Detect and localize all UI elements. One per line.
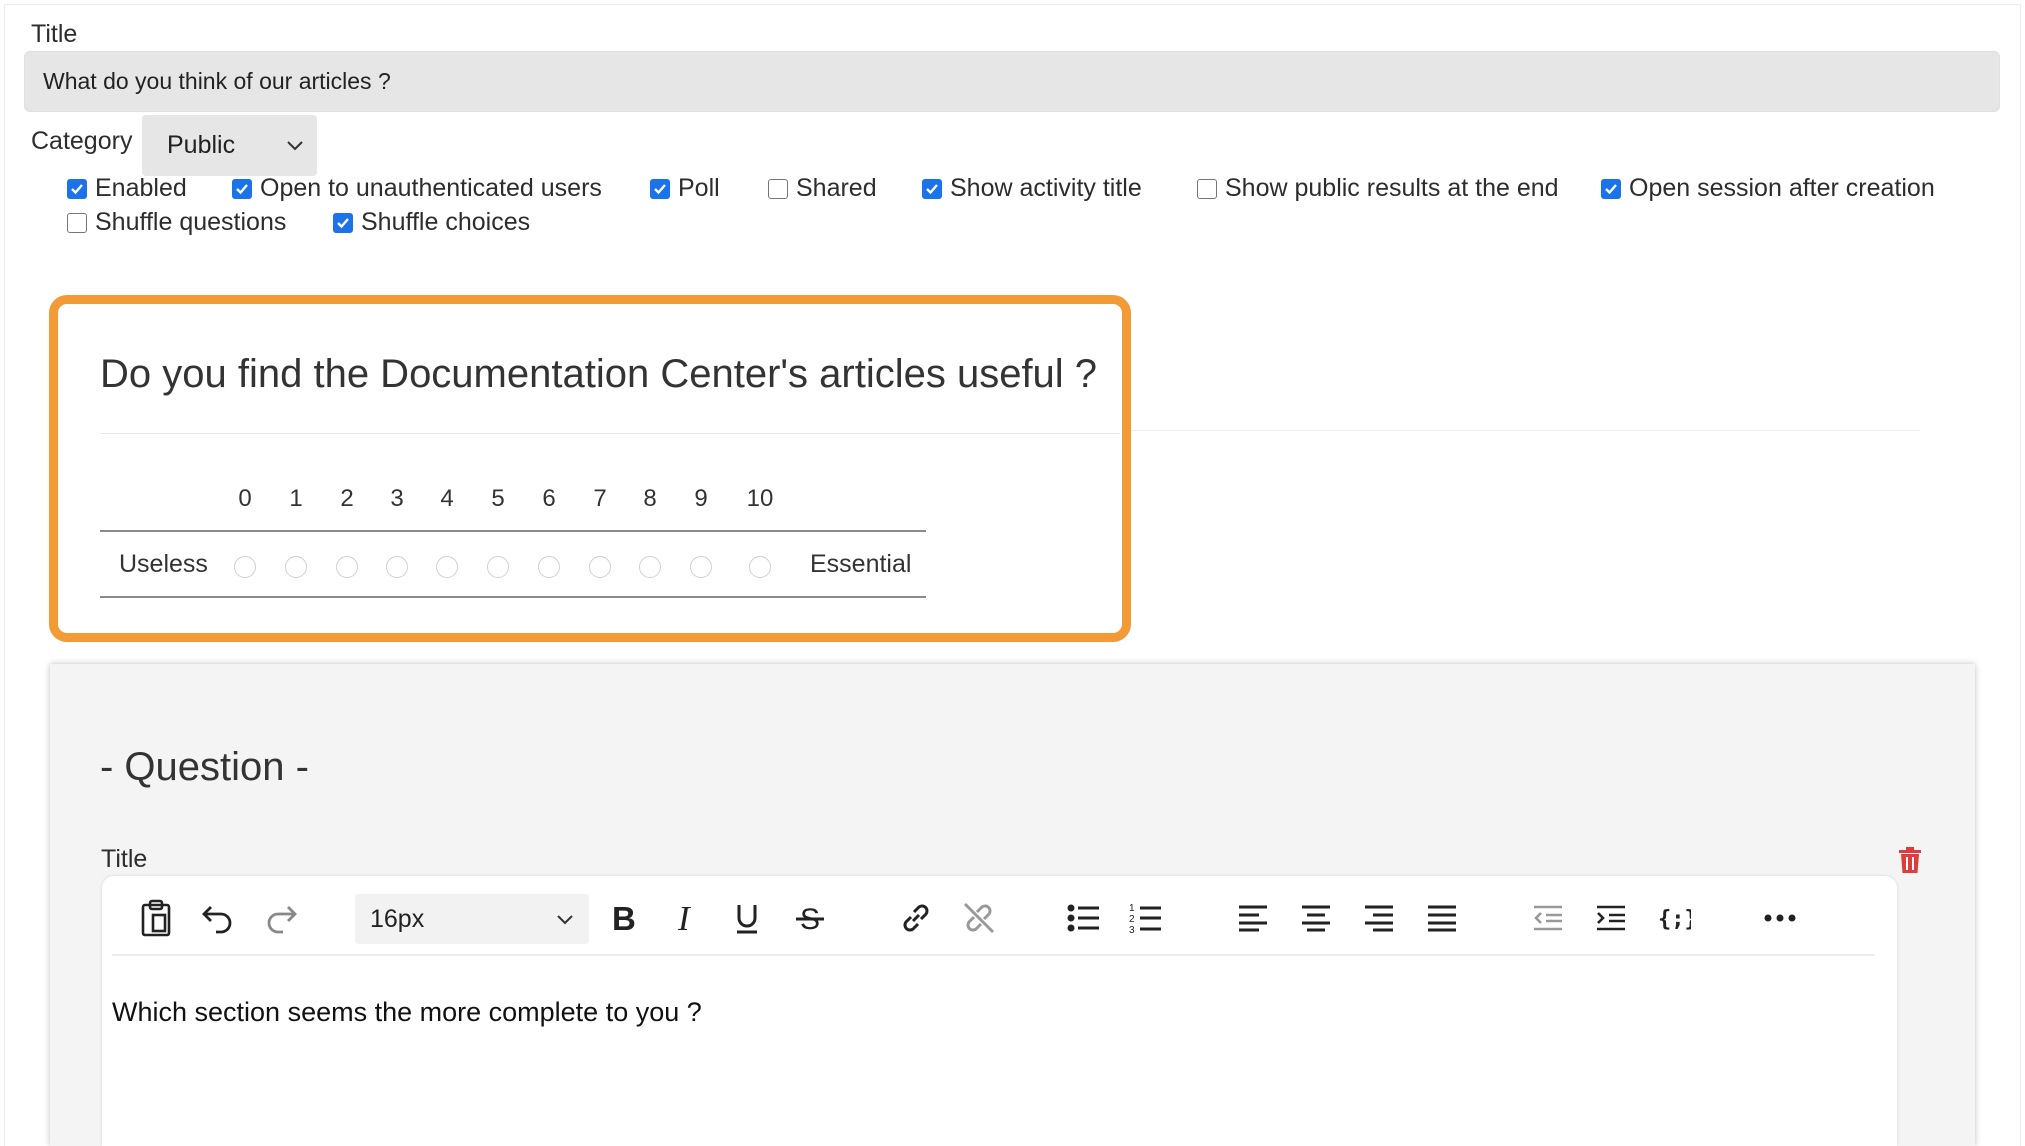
checkbox[interactable] xyxy=(1601,178,1621,199)
strikethrough-icon[interactable]: S xyxy=(788,896,832,940)
font-size-value: 16px xyxy=(370,905,425,933)
outdent-icon[interactable] xyxy=(1526,896,1570,940)
scale-number: 10 xyxy=(746,485,774,512)
option-shuffle-choices[interactable]: Shuffle choices xyxy=(333,208,530,237)
svg-text:B: B xyxy=(612,901,636,935)
title-label: Title xyxy=(31,20,78,48)
checkbox[interactable] xyxy=(650,178,670,199)
option-label: Poll xyxy=(678,174,720,202)
toolbar-divider xyxy=(112,954,1875,956)
option-shuffle-questions[interactable]: Shuffle questions xyxy=(67,208,286,237)
option-show-activity-title[interactable]: Show activity title xyxy=(922,174,1142,203)
scale-radio[interactable] xyxy=(234,556,256,578)
checkbox[interactable] xyxy=(922,178,942,199)
scale-number: 4 xyxy=(440,485,454,512)
option-enabled[interactable]: Enabled xyxy=(67,174,187,203)
editor-content[interactable]: Which section seems the more complete to… xyxy=(112,997,702,1028)
option-label: Open to unauthenticated users xyxy=(260,174,602,202)
underline-icon[interactable] xyxy=(725,896,769,940)
scale-number: 0 xyxy=(238,485,252,512)
divider xyxy=(1130,430,1920,431)
svg-text:3: 3 xyxy=(1129,925,1135,934)
scale-number: 3 xyxy=(390,485,404,512)
preview-question-title: Do you find the Documentation Center's a… xyxy=(100,352,1098,396)
svg-text:{;}: {;} xyxy=(1658,907,1691,932)
scale-radio[interactable] xyxy=(487,556,509,578)
italic-icon[interactable]: I xyxy=(664,896,708,940)
chevron-down-icon xyxy=(287,141,303,151)
category-label: Category xyxy=(31,127,133,155)
scale-number: 9 xyxy=(694,485,708,512)
option-label: Open session after creation xyxy=(1629,174,1935,202)
undo-icon[interactable] xyxy=(195,896,239,940)
unlink-icon[interactable] xyxy=(957,896,1001,940)
bullet-list-icon[interactable] xyxy=(1062,896,1106,940)
code-icon[interactable]: {;} xyxy=(1652,896,1696,940)
svg-text:1: 1 xyxy=(1129,903,1135,914)
align-left-icon[interactable] xyxy=(1231,896,1275,940)
bold-icon[interactable]: B xyxy=(601,896,645,940)
title-input[interactable]: What do you think of our articles ? xyxy=(24,51,2000,112)
scale-radio[interactable] xyxy=(436,556,458,578)
scale-radio[interactable] xyxy=(749,556,771,578)
question-heading: - Question - xyxy=(100,745,309,789)
scale-number: 1 xyxy=(289,485,303,512)
option-label: Shuffle choices xyxy=(361,208,531,236)
scale-radio[interactable] xyxy=(538,556,560,578)
redo-icon[interactable] xyxy=(260,896,304,940)
scale-max-label: Essential xyxy=(810,550,912,578)
checkbox[interactable] xyxy=(333,212,353,233)
checkbox[interactable] xyxy=(768,178,788,199)
scale-min-label: Useless xyxy=(119,550,208,578)
scale-radio[interactable] xyxy=(285,556,307,578)
paste-icon[interactable] xyxy=(134,896,178,940)
numbered-list-icon[interactable]: 123 xyxy=(1124,896,1168,940)
align-center-icon[interactable] xyxy=(1294,896,1338,940)
checkbox[interactable] xyxy=(232,178,252,199)
checkbox[interactable] xyxy=(1197,178,1217,199)
option-label: Show public results at the end xyxy=(1225,174,1559,202)
category-select[interactable]: Public xyxy=(142,115,317,176)
scale-top-line xyxy=(100,530,926,532)
svg-text:2: 2 xyxy=(1129,914,1135,925)
option-label: Show activity title xyxy=(950,174,1142,202)
scale-radio[interactable] xyxy=(690,556,712,578)
more-icon[interactable] xyxy=(1758,896,1802,940)
scale-radio[interactable] xyxy=(336,556,358,578)
trash-icon[interactable] xyxy=(1897,846,1923,874)
preview-divider xyxy=(100,433,1120,434)
scale-number: 8 xyxy=(643,485,657,512)
scale-number: 5 xyxy=(491,485,505,512)
align-right-icon[interactable] xyxy=(1357,896,1401,940)
option-label: Enabled xyxy=(95,174,187,202)
scale-radio[interactable] xyxy=(386,556,408,578)
option-poll[interactable]: Poll xyxy=(650,174,720,203)
scale-number: 2 xyxy=(340,485,354,512)
scale-number: 7 xyxy=(593,485,607,512)
scale-radio[interactable] xyxy=(639,556,661,578)
option-shared[interactable]: Shared xyxy=(768,174,877,203)
scale-bottom-line xyxy=(100,596,926,598)
justify-icon[interactable] xyxy=(1420,896,1464,940)
link-icon[interactable] xyxy=(894,896,938,940)
question-preview-highlight xyxy=(49,295,1131,642)
checkbox[interactable] xyxy=(67,178,87,199)
svg-text:I: I xyxy=(677,901,692,935)
category-value: Public xyxy=(167,131,236,159)
option-label: Shared xyxy=(796,174,877,202)
scale-number: 6 xyxy=(542,485,556,512)
option-open-session-after-creation[interactable]: Open session after creation xyxy=(1601,174,1935,203)
option-open-to-unauthenticated-users[interactable]: Open to unauthenticated users xyxy=(232,174,602,203)
indent-icon[interactable] xyxy=(1589,896,1633,940)
option-label: Shuffle questions xyxy=(95,208,287,236)
checkbox[interactable] xyxy=(67,212,87,233)
chevron-down-icon xyxy=(557,915,573,925)
question-title-label: Title xyxy=(101,845,148,873)
option-show-public-results-at-the-end[interactable]: Show public results at the end xyxy=(1197,174,1559,203)
scale-radio[interactable] xyxy=(589,556,611,578)
font-size-select[interactable]: 16px xyxy=(355,894,589,944)
